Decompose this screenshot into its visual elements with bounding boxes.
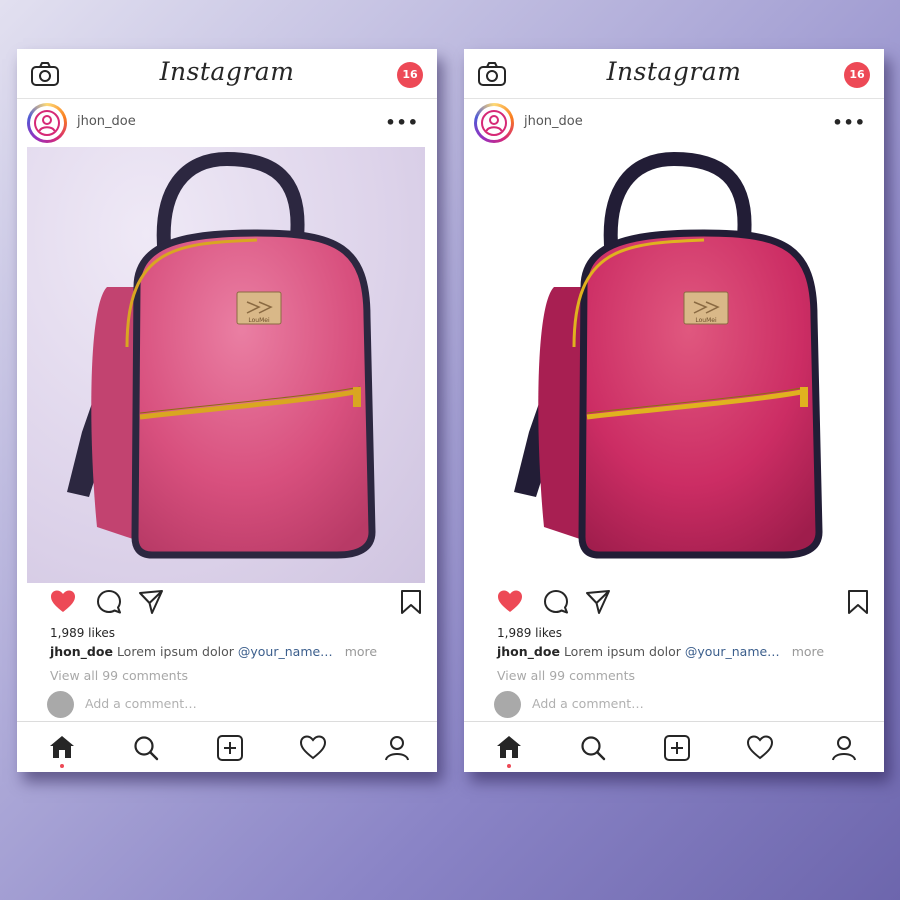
activity-icon[interactable] [299,734,327,760]
caption-mention[interactable]: @your_name… [685,644,780,659]
post-caption: jhon_doe Lorem ipsum dolor @your_name… more [50,644,377,659]
top-bar: Instagram 16 [17,49,437,99]
notification-badge[interactable]: 16 [397,62,423,88]
profile-icon[interactable] [383,734,411,762]
post-image[interactable]: LouMei [27,147,425,583]
svg-text:LouMei: LouMei [248,317,270,324]
heart-icon[interactable] [49,588,77,614]
post-actions [17,583,437,623]
svg-text:LouMei: LouMei [695,317,717,324]
notification-badge[interactable]: 16 [844,62,870,88]
comment-row [47,690,427,718]
search-icon[interactable] [132,734,160,762]
backpack-image: LouMei [67,151,376,559]
view-comments-link[interactable]: View all 99 comments [497,668,635,683]
caption-username[interactable]: jhon_doe [50,644,113,659]
post-card-left: Instagram 16 jhon_doe ••• LouMei 1,989 l… [17,49,437,772]
caption-username[interactable]: jhon_doe [497,644,560,659]
caption-more-link[interactable]: more [792,644,824,659]
view-comments-link[interactable]: View all 99 comments [50,668,188,683]
share-icon[interactable] [584,588,612,616]
share-icon[interactable] [137,588,165,616]
home-icon[interactable] [48,734,76,760]
user-icon [34,110,60,136]
avatar[interactable] [27,103,67,143]
post-username[interactable]: jhon_doe [77,114,136,129]
post-username[interactable]: jhon_doe [524,114,583,129]
more-icon[interactable]: ••• [832,113,866,132]
post-header: jhon_doe ••• [464,99,884,147]
add-post-icon[interactable] [216,734,244,762]
more-icon[interactable]: ••• [385,113,419,132]
heart-icon[interactable] [496,588,524,614]
home-active-dot [507,764,511,768]
caption-text: Lorem ipsum dolor [116,644,234,659]
likes-count[interactable]: 1,989 likes [497,626,562,640]
profile-icon[interactable] [830,734,858,762]
add-post-icon[interactable] [663,734,691,762]
app-title: Instagram [159,57,295,86]
bookmark-icon[interactable] [399,588,423,616]
search-icon[interactable] [579,734,607,762]
comment-input[interactable] [85,696,385,711]
comment-input[interactable] [532,696,832,711]
post-caption: jhon_doe Lorem ipsum dolor @your_name… more [497,644,824,659]
post-card-right: Instagram 16 jhon_doe ••• LouMei 1,989 l… [464,49,884,772]
post-header: jhon_doe ••• [17,99,437,147]
backpack-image: LouMei [514,151,823,559]
comment-icon[interactable] [95,588,123,616]
comment-avatar [494,691,521,718]
likes-count[interactable]: 1,989 likes [50,626,115,640]
home-active-dot [60,764,64,768]
user-icon [481,110,507,136]
post-image[interactable]: LouMei [474,147,872,583]
home-icon[interactable] [495,734,523,760]
bookmark-icon[interactable] [846,588,870,616]
post-actions [464,583,884,623]
top-bar: Instagram 16 [464,49,884,99]
caption-text: Lorem ipsum dolor [563,644,681,659]
avatar[interactable] [474,103,514,143]
caption-more-link[interactable]: more [345,644,377,659]
bottom-nav [464,721,884,772]
activity-icon[interactable] [746,734,774,760]
app-title: Instagram [606,57,742,86]
caption-mention[interactable]: @your_name… [238,644,333,659]
comment-row [494,690,874,718]
comment-icon[interactable] [542,588,570,616]
comment-avatar [47,691,74,718]
bottom-nav [17,721,437,772]
